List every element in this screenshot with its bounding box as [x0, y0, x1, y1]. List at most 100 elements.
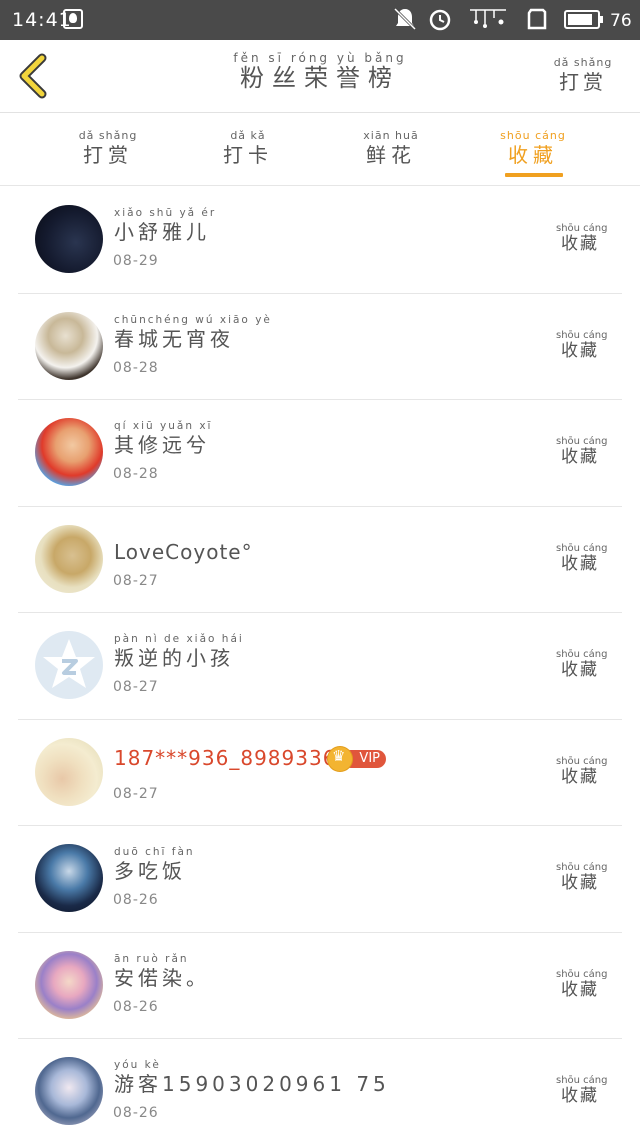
user-name: 春城无宵夜: [114, 326, 234, 351]
tab-active-indicator: [505, 173, 563, 177]
list-item[interactable]: LoveCoyote° 08-27 shōu cáng 收藏: [18, 507, 622, 613]
signal-icon: [470, 9, 506, 28]
user-name-pinyin: yóu kè: [114, 1059, 161, 1071]
qq-icon: [63, 9, 83, 29]
user-date: 08-27: [113, 785, 159, 802]
header-bar: fěn sī róng yù bǎng 粉丝荣誉榜 dǎ shǎng 打赏: [0, 40, 640, 113]
reward-button[interactable]: dǎ shǎng 打赏: [548, 56, 618, 100]
list-item[interactable]: pàn nì de xiǎo hái 叛逆的小孩 08-27 shōu cáng…: [18, 613, 622, 720]
favorite-label: shōu cáng 收藏: [556, 649, 608, 683]
crown-icon: [328, 746, 352, 771]
favorite-label: shōu cáng 收藏: [556, 1075, 608, 1109]
favorite-label-text: 收藏: [561, 979, 599, 1000]
user-date: 08-27: [113, 679, 159, 695]
tab-checkin[interactable]: dǎ kǎ 打卡: [198, 129, 298, 181]
list-item[interactable]: qí xiū yuǎn xī 其修远兮 08-28 shōu cáng 收藏: [18, 400, 622, 507]
back-button[interactable]: [14, 52, 54, 100]
user-name-pinyin: qí xiū yuǎn xī: [114, 420, 213, 432]
user-name: 多吃饭: [114, 859, 186, 883]
list-item[interactable]: xiǎo shū yǎ ér 小舒雅儿 08-29 shōu cáng 收藏: [18, 187, 622, 294]
user-date: 08-27: [113, 572, 159, 589]
tab-flowers-label: 鲜花: [366, 143, 416, 167]
page-title: fěn sī róng yù bǎng 粉丝荣誉榜: [190, 52, 450, 102]
tab-checkin-pinyin: dǎ kǎ: [230, 129, 266, 142]
alarm-icon: [429, 9, 451, 31]
favorite-label-pinyin: shōu cáng: [556, 649, 608, 660]
tab-reward-pinyin: dǎ shǎng: [78, 129, 138, 142]
favorite-label-pinyin: shōu cáng: [556, 968, 608, 980]
user-name: 小舒雅儿: [114, 220, 210, 244]
favorite-label-text: 收藏: [561, 766, 599, 787]
user-date: 08-26: [113, 892, 159, 908]
tab-reward-label: 打赏: [83, 143, 133, 167]
user-name-pinyin: xiǎo shū yǎ ér: [114, 207, 217, 219]
user-date: 08-28: [113, 359, 159, 376]
page-title-text: 粉丝荣誉榜: [240, 64, 400, 92]
avatar: [35, 1057, 103, 1125]
favorite-label-pinyin: shōu cáng: [556, 1075, 608, 1086]
favorite-label-text: 收藏: [561, 553, 599, 574]
mute-icon: [393, 7, 417, 31]
user-date: 08-26: [113, 1105, 159, 1121]
list-item[interactable]: yóu kè 游客15903020961 75 08-26 shōu cáng …: [18, 1039, 622, 1145]
avatar: [35, 844, 103, 912]
list-item[interactable]: 187***936_898933631 VIP 08-27 shōu cáng …: [18, 720, 622, 826]
favorite-label: shōu cáng 收藏: [556, 436, 608, 470]
favorite-label: shōu cáng 收藏: [556, 542, 608, 577]
sim-icon: [527, 8, 547, 30]
tab-favorites-pinyin: shōu cáng: [500, 129, 566, 142]
favorite-label-text: 收藏: [561, 1086, 599, 1106]
user-date: 08-29: [113, 253, 159, 269]
avatar: [35, 205, 103, 273]
favorite-label: shōu cáng 收藏: [556, 223, 608, 257]
avatar: [35, 737, 103, 806]
favorite-label: shōu cáng 收藏: [556, 755, 608, 790]
battery-level: 76: [610, 11, 632, 31]
favorite-label: shōu cáng 收藏: [556, 329, 608, 364]
list-item[interactable]: duō chī fàn 多吃饭 08-26 shōu cáng 收藏: [18, 826, 622, 933]
favorite-label-pinyin: shōu cáng: [556, 755, 608, 767]
tab-flowers-pinyin: xiān huā: [363, 129, 419, 142]
user-date: 08-26: [113, 998, 159, 1015]
favorite-label-pinyin: shōu cáng: [556, 542, 608, 554]
reward-button-label: 打赏: [559, 70, 607, 94]
tab-flowers[interactable]: xiān huā 鲜花: [341, 129, 441, 181]
favorite-label-pinyin: shōu cáng: [556, 862, 608, 873]
favorite-label-pinyin: shōu cáng: [556, 329, 608, 341]
user-name: 游客15903020961 75: [114, 1072, 390, 1096]
chevron-left-icon: [19, 53, 47, 99]
battery-icon: [564, 10, 603, 29]
favorite-label: shōu cáng 收藏: [556, 968, 608, 1003]
user-name-pinyin: chūnchéng wú xiāo yè: [114, 313, 272, 326]
tab-checkin-label: 打卡: [223, 143, 273, 167]
favorite-label-pinyin: shōu cáng: [556, 223, 608, 234]
user-name-pinyin: duō chī fàn: [114, 846, 195, 858]
user-name: 安偌染。: [114, 965, 210, 990]
favorite-label-pinyin: shōu cáng: [556, 436, 608, 447]
avatar: [35, 311, 103, 380]
list-item[interactable]: chūnchéng wú xiāo yè 春城无宵夜 08-28 shōu cá…: [18, 294, 622, 400]
favorite-label-text: 收藏: [561, 234, 599, 254]
tab-favorites-label: 收藏: [508, 143, 558, 167]
avatar: [35, 418, 103, 486]
favorite-label: shōu cáng 收藏: [556, 862, 608, 896]
reward-button-pinyin: dǎ shǎng: [553, 56, 613, 69]
avatar: [35, 950, 103, 1019]
user-date: 08-28: [113, 466, 159, 482]
avatar: [35, 631, 103, 699]
avatar: [35, 524, 103, 593]
favorite-label-text: 收藏: [561, 873, 599, 893]
default-avatar-icon: [43, 639, 95, 688]
favorite-label-text: 收藏: [561, 660, 599, 680]
user-name-pinyin: pàn nì de xiǎo hái: [114, 633, 244, 645]
tab-bar: dǎ shǎng 打赏 dǎ kǎ 打卡 xiān huā 鲜花 shōu cá…: [0, 113, 640, 186]
user-name: 叛逆的小孩: [114, 646, 234, 670]
tab-reward[interactable]: dǎ shǎng 打赏: [58, 129, 158, 181]
user-name: LoveCoyote°: [114, 539, 253, 564]
favorite-label-text: 收藏: [561, 340, 599, 361]
user-name: 187***936_898933631: [114, 745, 364, 770]
favorite-label-text: 收藏: [561, 447, 599, 467]
status-bar: 14:41 76: [0, 0, 640, 40]
list-item[interactable]: ān ruò rǎn 安偌染。 08-26 shōu cáng 收藏: [18, 933, 622, 1039]
user-name-pinyin: [114, 527, 253, 540]
